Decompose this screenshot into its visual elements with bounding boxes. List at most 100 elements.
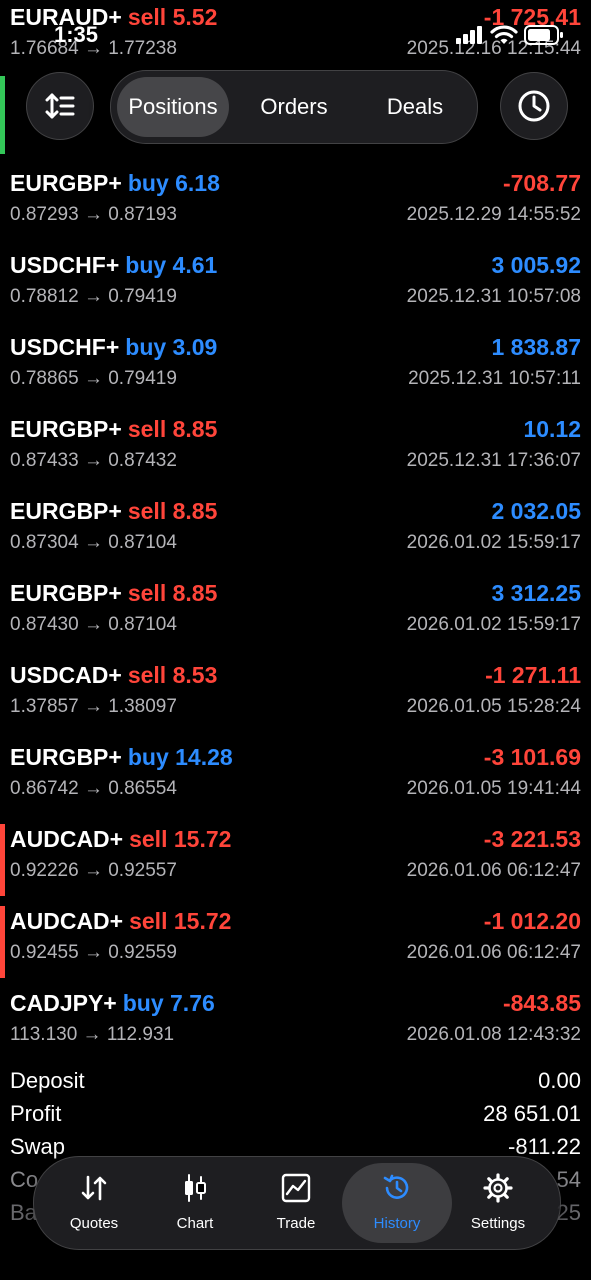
chart-icon xyxy=(185,1174,206,1202)
trade-symbol: AUDCAD+ xyxy=(10,826,124,852)
tab-positions[interactable]: Positions xyxy=(117,71,229,143)
trade-prices: 0.92226 → 0.92557 xyxy=(10,860,177,881)
trade-volume: 15.72 xyxy=(173,908,232,934)
trade-row[interactable]: USDCAD+ sell 8.53 1.37857 → 1.38097 -1 27… xyxy=(0,656,591,738)
trade-side: buy xyxy=(122,990,164,1016)
trade-row[interactable]: EURGBP+ buy 6.18 0.87293 → 0.87193 -708.7… xyxy=(0,164,591,246)
trade-pnl: -3 221.53 xyxy=(483,826,581,852)
trade-side: buy xyxy=(127,744,169,770)
trade-pnl: 10.12 xyxy=(523,416,581,442)
trade-pnl: 1 838.87 xyxy=(491,334,581,360)
trade-volume: 8.85 xyxy=(172,498,218,524)
trade-date: 2026.01.02 15:59:17 xyxy=(406,614,581,635)
tab-bar[interactable]: Quotes Chart Trade History Settings xyxy=(33,1156,561,1250)
trade-prices: 0.92455 → 0.92559 xyxy=(10,942,177,963)
summary-label: Deposit xyxy=(10,1068,85,1093)
trade-side: sell xyxy=(127,662,167,688)
trade-symbol: EURGBP+ xyxy=(10,744,122,770)
trade-volume: 8.85 xyxy=(172,416,218,442)
trade-pnl: 3 005.92 xyxy=(491,252,581,278)
trade-symbol: USDCAD+ xyxy=(10,662,122,688)
trade-row[interactable]: USDCHF+ buy 4.61 0.78812 → 0.79419 3 005.… xyxy=(0,246,591,328)
trade-row[interactable]: EURGBP+ sell 8.85 0.87433 → 0.87432 10.12… xyxy=(0,410,591,492)
trade-date: 2025.12.29 14:55:52 xyxy=(406,204,581,225)
trade-date: 2026.01.05 19:41:44 xyxy=(406,778,581,799)
trade-prices: 0.87430 → 0.87104 xyxy=(10,614,177,635)
trade-symbol: EURGBP+ xyxy=(10,170,122,196)
row-marker xyxy=(0,824,5,896)
tab-label: Settings xyxy=(470,1215,526,1232)
trade-volume: 6.18 xyxy=(175,170,220,196)
trade-prices: 0.78812 → 0.79419 xyxy=(10,286,177,307)
trade-volume: 8.53 xyxy=(172,662,218,688)
clock-icon xyxy=(518,90,550,122)
trade-date: 2026.01.06 06:12:47 xyxy=(406,860,581,881)
trade-prices: 0.78865 → 0.79419 xyxy=(10,368,177,389)
tab-label: History xyxy=(373,1215,421,1232)
trade-side: sell xyxy=(127,498,167,524)
battery-icon xyxy=(524,25,564,50)
tab-chart[interactable]: Chart xyxy=(145,1157,245,1249)
segmented-control[interactable]: Positions Orders Deals xyxy=(110,70,478,144)
tab-deals[interactable]: Deals xyxy=(359,71,471,143)
summary-label: Profit xyxy=(10,1101,62,1126)
tab-trade[interactable]: Trade xyxy=(246,1157,346,1249)
trade-row[interactable]: AUDCAD+ sell 15.72 0.92226 → 0.92557 -3 2… xyxy=(0,820,591,902)
trade-symbol: AUDCAD+ xyxy=(10,908,124,934)
trade-volume: 8.85 xyxy=(172,580,218,606)
trade-pnl: -1 012.20 xyxy=(483,908,581,934)
tab-history[interactable]: History xyxy=(347,1157,447,1249)
summary-row: Profit 28 651.01 xyxy=(0,1099,591,1132)
trade-row[interactable]: AUDCAD+ sell 15.72 0.92455 → 0.92559 -1 0… xyxy=(0,902,591,984)
trade-icon xyxy=(281,1173,311,1203)
trade-pnl: 3 312.25 xyxy=(491,580,581,606)
trade-side: sell xyxy=(127,416,167,442)
summary-value: 0.00 xyxy=(538,1068,581,1093)
trade-date: 2025.12.31 10:57:08 xyxy=(406,286,581,307)
trade-side: buy xyxy=(125,334,167,360)
trade-pnl: -843.85 xyxy=(502,990,581,1016)
trade-date: 2026.01.08 12:43:32 xyxy=(406,1024,581,1045)
trade-side: sell xyxy=(129,908,168,934)
sort-icon xyxy=(45,93,75,119)
trade-volume: 4.61 xyxy=(172,252,218,278)
trade-row[interactable]: USDCHF+ buy 3.09 0.78865 → 0.79419 1 838.… xyxy=(0,328,591,410)
trade-volume: 15.72 xyxy=(173,826,232,852)
tab-orders[interactable]: Orders xyxy=(235,71,353,143)
trade-prices: 113.130 → 112.931 xyxy=(10,1024,175,1045)
status-time: 1:35 xyxy=(54,22,99,47)
trade-volume: 7.76 xyxy=(170,990,215,1016)
trade-symbol: USDCHF+ xyxy=(10,334,120,360)
tab-settings[interactable]: Settings xyxy=(448,1157,548,1249)
trade-date: 2025.12.31 10:57:11 xyxy=(408,368,581,389)
trade-pnl: -1 271.11 xyxy=(485,662,581,688)
trade-prices: 0.87293 → 0.87193 xyxy=(10,204,177,225)
trade-symbol: USDCHF+ xyxy=(10,252,120,278)
trade-row[interactable]: EURGBP+ buy 14.28 0.86742 → 0.86554 -3 10… xyxy=(0,738,591,820)
trade-symbol: CADJPY+ xyxy=(10,990,117,1016)
trade-row[interactable]: CADJPY+ buy 7.76 113.130 → 112.931 -843.8… xyxy=(0,984,591,1066)
tab-label: Chart xyxy=(176,1215,214,1232)
trade-row[interactable]: EURGBP+ sell 8.85 0.87430 → 0.87104 3 312… xyxy=(0,574,591,656)
trade-side: sell xyxy=(127,580,167,606)
cellular-signal-icon xyxy=(456,26,484,49)
trade-date: 2026.01.06 06:12:47 xyxy=(406,942,581,963)
trade-pnl: -708.77 xyxy=(502,170,581,196)
trade-prices: 0.87304 → 0.87104 xyxy=(10,532,177,553)
summary-row: Deposit 0.00 xyxy=(0,1066,591,1099)
trade-date: 2025.12.31 17:36:07 xyxy=(406,450,581,471)
row-marker xyxy=(0,906,5,978)
trade-symbol: EURGBP+ xyxy=(10,498,122,524)
trade-prices: 0.87433 → 0.87432 xyxy=(10,450,177,471)
tab-quotes[interactable]: Quotes xyxy=(44,1157,144,1249)
row-marker xyxy=(0,76,5,154)
tab-label: Trade xyxy=(276,1215,316,1232)
period-button[interactable] xyxy=(500,72,568,140)
trade-prices: 1.37857 → 1.38097 xyxy=(10,696,177,717)
sort-button[interactable] xyxy=(26,72,94,140)
trade-row[interactable]: EURGBP+ sell 8.85 0.87304 → 0.87104 2 032… xyxy=(0,492,591,574)
summary-value: 54 xyxy=(556,1167,581,1192)
history-icon xyxy=(383,1174,409,1199)
trade-side: sell xyxy=(127,4,167,30)
trade-date: 2026.01.05 15:28:24 xyxy=(406,696,581,717)
